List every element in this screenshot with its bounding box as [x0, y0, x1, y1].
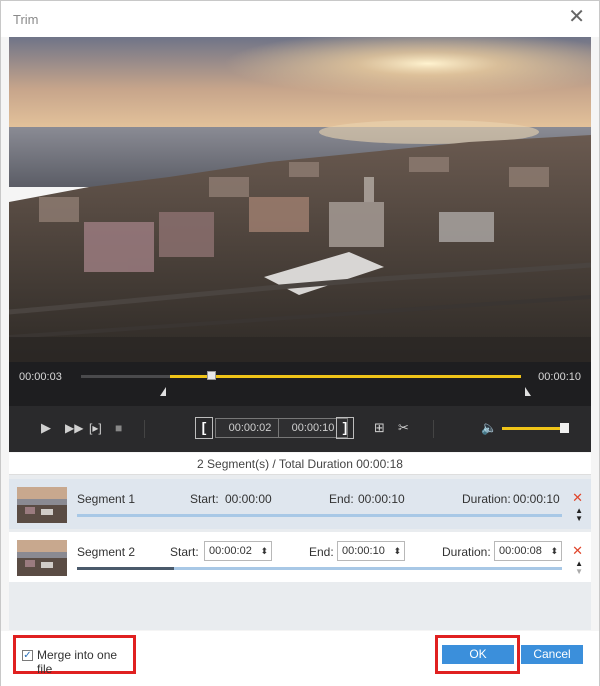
timeline-track[interactable]	[81, 371, 521, 380]
segment-duration-stepper[interactable]: 00:00:08 ⬍	[494, 541, 562, 561]
set-end-bracket-icon[interactable]: ]	[336, 417, 354, 439]
dialog-title: Trim	[13, 12, 39, 27]
video-preview	[9, 37, 591, 362]
segment-progress-fill	[77, 567, 174, 570]
segment-thumbnail	[17, 487, 67, 523]
timeline-end-time: 00:00:10	[538, 371, 581, 383]
segment-duration-label: Duration:	[462, 492, 511, 506]
volume-handle[interactable]	[560, 423, 569, 433]
delete-segment-icon[interactable]: ✕	[572, 543, 583, 559]
stepper-arrows-icon[interactable]: ⬍	[393, 542, 401, 560]
timeline-selection	[170, 375, 521, 378]
segment-thumbnail	[17, 540, 67, 576]
segment-bar	[77, 514, 562, 517]
segment-row[interactable]: Segment 2 Start: 00:00:02 ⬍ End: 00:00:10…	[9, 532, 591, 582]
segment-end-stepper[interactable]: 00:00:10 ⬍	[337, 541, 405, 561]
dialog-footer: ✓ Merge into one file OK Cancel	[1, 631, 599, 686]
divider	[144, 420, 145, 438]
play-icon[interactable]: ▶	[41, 420, 51, 436]
segment-row[interactable]: Segment 1 Start: 00:00:00 End: 00:00:10 …	[9, 479, 591, 529]
trim-dialog: Trim ✕ 00:00:03 00:00:10 ▶ ▶▶ [▸] ■ [00…	[0, 0, 600, 686]
add-segment-icon[interactable]: ⊞	[374, 420, 385, 436]
merge-option-highlight: ✓ Merge into one file	[13, 635, 136, 676]
segment-start-stepper[interactable]: 00:00:02 ⬍	[204, 541, 272, 561]
split-icon[interactable]: ✂	[398, 420, 409, 436]
move-down-icon[interactable]: ▼	[575, 567, 583, 576]
merge-label[interactable]: Merge into one file	[37, 648, 133, 676]
timeline-start-time: 00:00:03	[19, 371, 62, 383]
volume-icon[interactable]: 🔈	[481, 420, 497, 436]
close-icon[interactable]: ✕	[568, 7, 585, 27]
cancel-button[interactable]: Cancel	[521, 645, 583, 664]
divider	[433, 420, 434, 438]
segment-name: Segment 2	[77, 545, 136, 559]
segment-start-label: Start:	[170, 545, 199, 559]
segment-bar	[77, 567, 562, 570]
move-down-icon[interactable]: ▼	[575, 514, 583, 523]
clip-start-field[interactable]: 00:00:02	[215, 418, 285, 438]
frame-step-icon[interactable]: [▸]	[89, 421, 102, 435]
volume-slider[interactable]	[502, 427, 568, 430]
segment-start-value: 00:00:00	[225, 492, 272, 506]
segments-summary: 2 Segment(s) / Total Duration 00:00:18	[9, 453, 591, 475]
stop-icon[interactable]: ■	[115, 421, 122, 435]
trim-start-marker[interactable]	[160, 387, 166, 396]
stepper-arrows-icon[interactable]: ⬍	[550, 542, 558, 560]
playback-controls: ▶ ▶▶ [▸] ■ [ 00:00:02 00:00:10 ] ⊞ ✂ 🔈	[9, 406, 591, 452]
title-bar: Trim ✕	[1, 1, 599, 37]
segment-end-label: End:	[309, 545, 334, 559]
playhead-handle[interactable]	[207, 371, 216, 380]
segment-name: Segment 1	[77, 492, 136, 506]
stepper-arrows-icon[interactable]: ⬍	[260, 542, 268, 560]
segment-duration-value: 00:00:10	[513, 492, 560, 506]
fast-forward-icon[interactable]: ▶▶	[65, 421, 83, 435]
delete-segment-icon[interactable]: ✕	[572, 490, 583, 506]
segment-end-value: 00:00:10	[358, 492, 405, 506]
trim-end-marker[interactable]	[525, 387, 531, 396]
segment-start-label: Start:	[190, 492, 219, 506]
ok-button[interactable]: OK	[442, 645, 514, 664]
merge-checkbox[interactable]: ✓	[22, 650, 33, 661]
segment-duration-label: Duration:	[442, 545, 491, 559]
set-start-bracket-icon[interactable]: [	[195, 417, 213, 439]
segment-list: Segment 1 Start: 00:00:00 End: 00:00:10 …	[9, 475, 591, 630]
timeline: 00:00:03 00:00:10	[9, 362, 591, 406]
segment-end-label: End:	[329, 492, 354, 506]
